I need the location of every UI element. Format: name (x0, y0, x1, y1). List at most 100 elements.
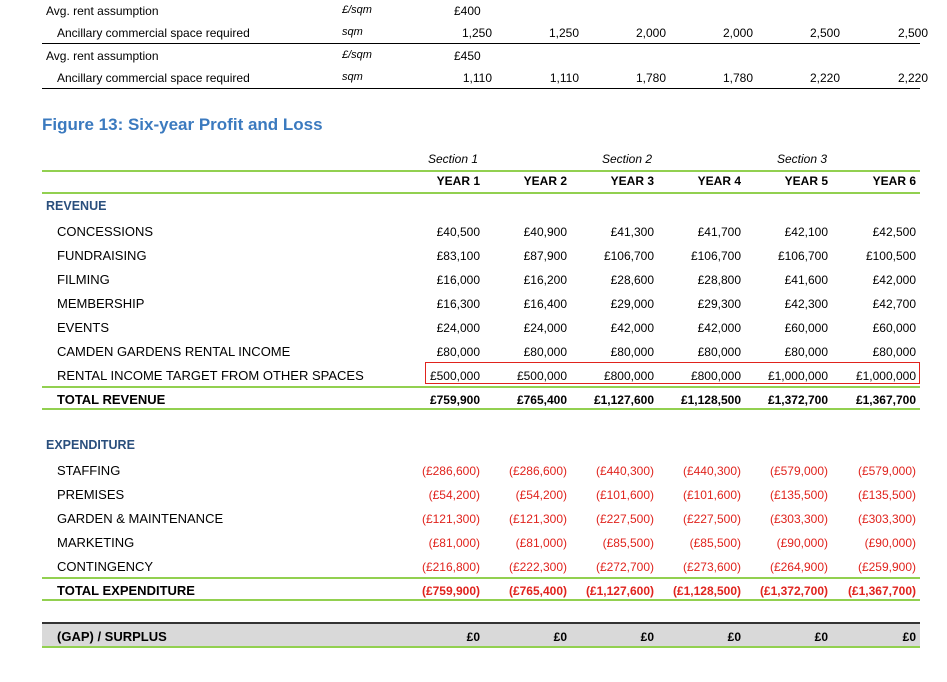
table-row: MARKETING (£81,000) (£81,000) (£85,500) (£85… (42, 531, 920, 555)
row-value: £80,000 (784, 345, 828, 359)
assumption-row: Ancillary commercial space required sqm 1,… (42, 67, 928, 89)
row-value: £40,500 (436, 225, 480, 239)
row-value: (£81,000) (428, 536, 480, 550)
row-value: (£85,500) (689, 536, 741, 550)
row-value: £106,700 (777, 249, 828, 263)
row-value: (£227,500) (682, 512, 741, 526)
row-label: CAMDEN GARDENS RENTAL INCOME (57, 344, 291, 359)
row-label: MEMBERSHIP (57, 296, 145, 311)
row-value: (£440,300) (682, 464, 741, 478)
assumption-unit: sqm (342, 71, 363, 83)
revenue-header: REVENUE (46, 199, 107, 213)
divider (42, 170, 920, 172)
row-value: (£90,000) (864, 536, 916, 550)
row-label: GARDEN & MAINTENANCE (57, 511, 224, 526)
assumption-row: Ancillary commercial space required sqm 1,… (42, 22, 928, 44)
row-value: (£1,367,700) (847, 584, 916, 598)
assumption-value: 2,500 (809, 26, 840, 40)
row-value: £1,128,500 (680, 393, 741, 407)
assumption-unit: £/sqm (342, 49, 372, 61)
assumption-value: 2,500 (897, 26, 928, 40)
divider (42, 88, 920, 89)
row-value: (£259,900) (857, 560, 916, 574)
row-value: (£121,300) (508, 512, 567, 526)
section-label-1: Section 1 (427, 152, 479, 166)
row-value: £41,300 (610, 225, 654, 239)
row-value: (£135,500) (857, 488, 916, 502)
table-row: GARDEN & MAINTENANCE (£121,300) (£121,300)… (42, 507, 920, 531)
row-value: £0 (553, 630, 567, 644)
row-label: STAFFING (57, 463, 121, 478)
assumption-value: 1,780 (635, 71, 666, 85)
assumption-value: 1,250 (461, 26, 492, 40)
row-value: £16,300 (436, 297, 480, 311)
row-value: (£303,300) (769, 512, 828, 526)
row-value: (£121,300) (421, 512, 480, 526)
row-value: (£579,000) (769, 464, 828, 478)
row-value: £80,000 (610, 345, 654, 359)
divider (42, 192, 920, 194)
divider (42, 43, 920, 44)
figure-title: Figure 13: Six-year Profit and Loss (42, 115, 323, 134)
row-value: (£81,000) (515, 536, 567, 550)
row-value: £759,900 (429, 393, 480, 407)
row-label: EVENTS (57, 320, 110, 335)
assumption-value: 2,000 (635, 26, 666, 40)
table-row: FUNDRAISING £83,100 £87,900 £106,700 £106,70… (42, 244, 920, 268)
row-value: £24,000 (523, 321, 567, 335)
row-value: £29,300 (697, 297, 741, 311)
assumption-base: £450 (454, 49, 481, 63)
row-value: £106,700 (690, 249, 741, 263)
row-value: (£759,900) (421, 584, 480, 598)
row-value: £1,372,700 (767, 393, 828, 407)
row-value: £42,700 (872, 297, 916, 311)
row-value: £29,000 (610, 297, 654, 311)
row-value: £60,000 (784, 321, 828, 335)
row-value: (£579,000) (857, 464, 916, 478)
assumption-row: Avg. rent assumption £/sqm £450 (42, 45, 920, 67)
table-row: EVENTS £24,000 £24,000 £42,000 £42,000 £60,00… (42, 316, 920, 340)
table-row: PREMISES (£54,200) (£54,200) (£101,600) (£10… (42, 483, 920, 507)
assumption-value: 1,110 (549, 71, 579, 85)
assumption-value: 2,220 (809, 71, 840, 85)
year-header-6: YEAR 6 (872, 174, 916, 188)
assumption-unit: £/sqm (342, 4, 372, 16)
row-value: £0 (466, 630, 480, 644)
row-value: (£286,600) (421, 464, 480, 478)
row-value: (£273,600) (682, 560, 741, 574)
row-value: (£222,300) (508, 560, 567, 574)
row-label: RENTAL INCOME TARGET FROM OTHER SPACES (57, 368, 364, 383)
row-value: (£1,127,600) (585, 584, 654, 598)
row-value: £80,000 (523, 345, 567, 359)
table-row: FILMING £16,000 £16,200 £28,600 £28,800 £41,6… (42, 268, 920, 292)
row-value: (£135,500) (769, 488, 828, 502)
row-value: (£90,000) (776, 536, 828, 550)
row-value: (£216,800) (421, 560, 480, 574)
assumption-label: Avg. rent assumption (46, 49, 159, 63)
row-value: £0 (640, 630, 654, 644)
row-value: £80,000 (697, 345, 741, 359)
row-value: £765,400 (516, 393, 567, 407)
assumption-value: 1,250 (548, 26, 579, 40)
row-value: (£101,600) (682, 488, 741, 502)
row-value: £41,600 (784, 273, 828, 287)
section-label-3: Section 3 (776, 152, 828, 166)
row-value: £80,000 (872, 345, 916, 359)
row-value: £42,500 (872, 225, 916, 239)
row-value: £0 (902, 630, 916, 644)
row-label: PREMISES (57, 487, 125, 502)
row-label: FILMING (57, 272, 110, 287)
row-label: MARKETING (57, 535, 135, 550)
row-value: (£101,600) (595, 488, 654, 502)
row-value: £42,300 (784, 297, 828, 311)
row-value: £16,000 (436, 273, 480, 287)
row-value: £42,100 (784, 225, 828, 239)
row-value: (£54,200) (428, 488, 480, 502)
row-value: (£440,300) (595, 464, 654, 478)
row-value: £40,900 (523, 225, 567, 239)
year-header-4: YEAR 4 (697, 174, 741, 188)
row-value: (£227,500) (595, 512, 654, 526)
row-label: TOTAL EXPENDITURE (57, 583, 195, 598)
row-label: CONCESSIONS (57, 224, 154, 239)
row-value: (£1,372,700) (759, 584, 828, 598)
